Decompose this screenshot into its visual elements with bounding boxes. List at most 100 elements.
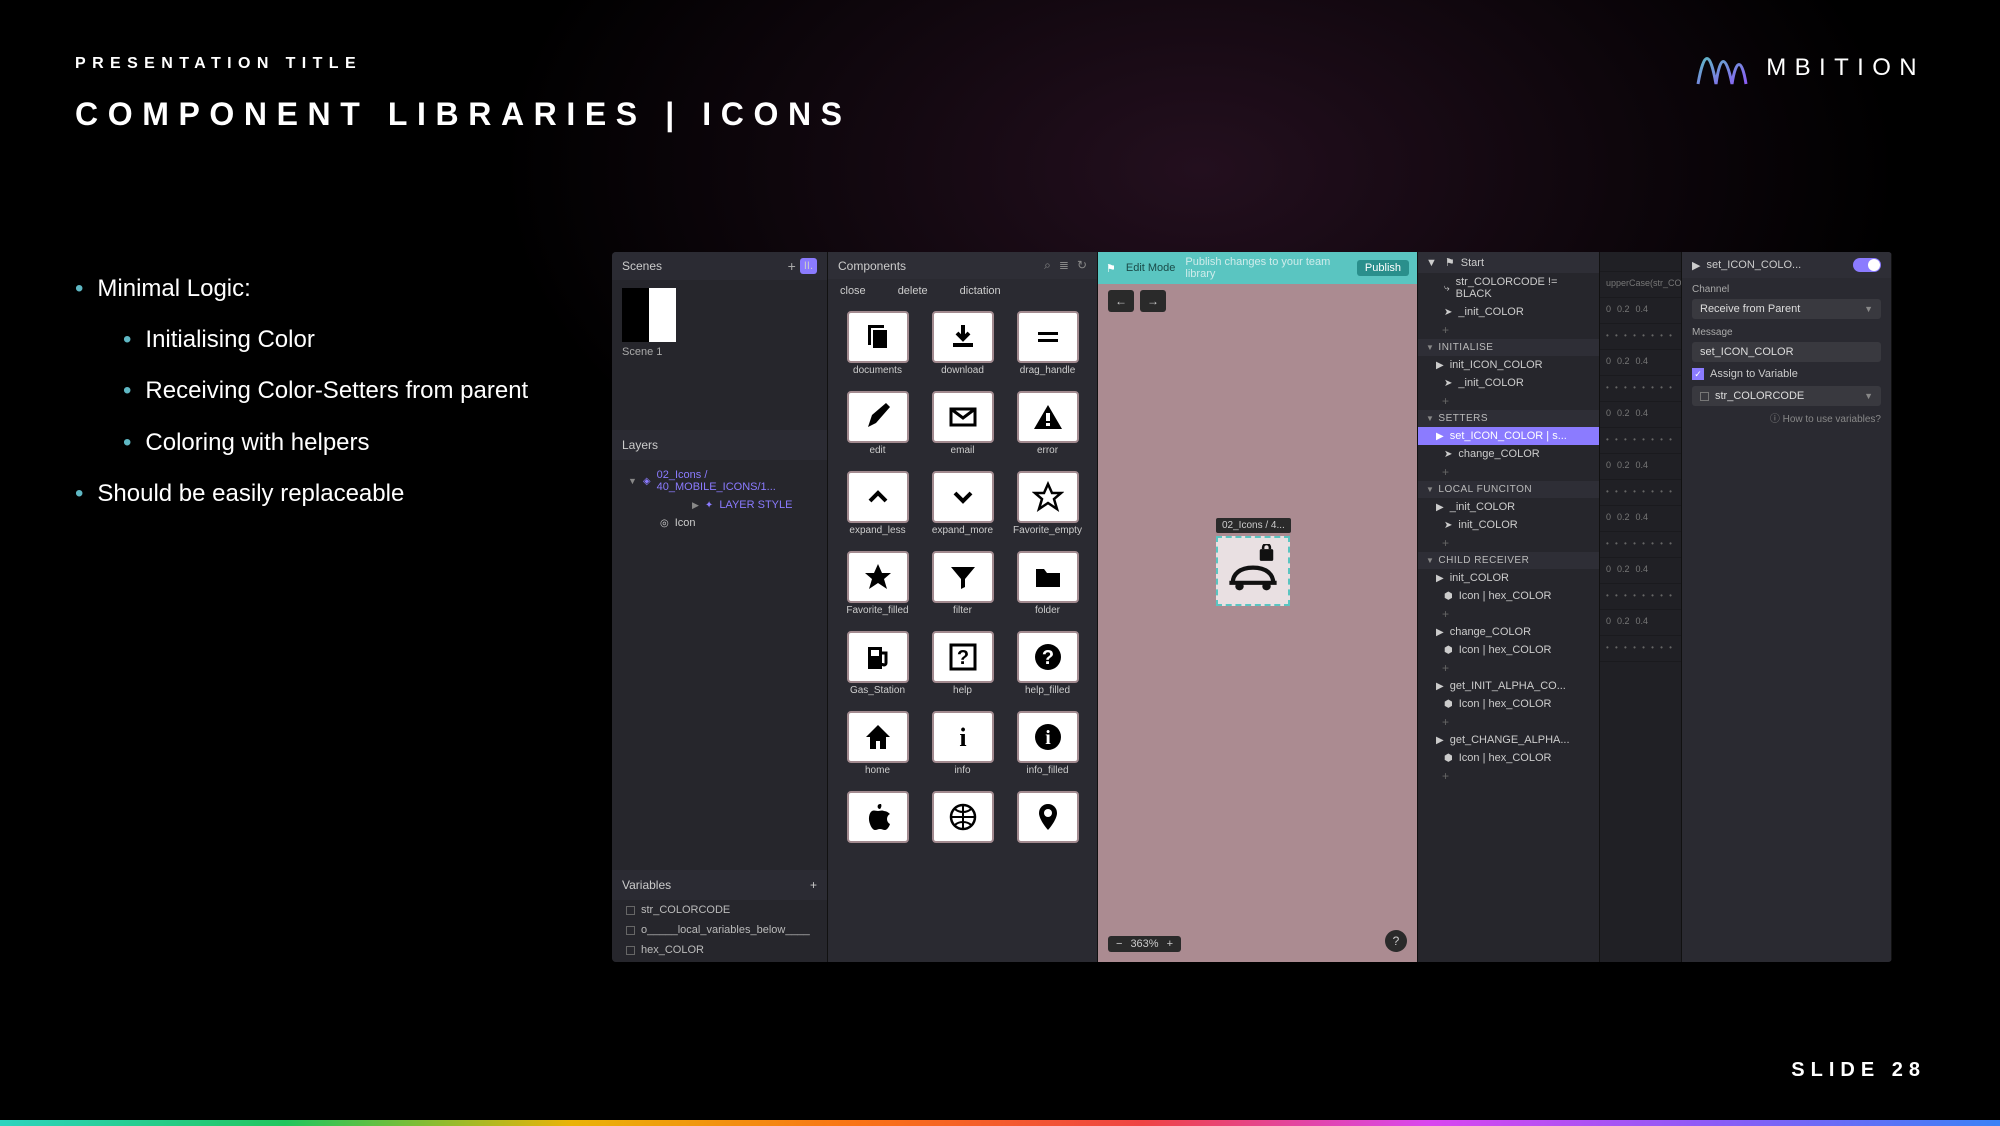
editor-screenshot: Scenes + II. Scene 1 Layers ▼◈02_Icons /… xyxy=(612,252,1892,962)
component-item[interactable]: drag_handle xyxy=(1010,311,1085,387)
component-item[interactable]: ?help xyxy=(925,631,1000,707)
component-item[interactable]: ?help_filled xyxy=(1010,631,1085,707)
action-row[interactable]: ▶change_COLOR xyxy=(1418,623,1599,641)
layer-layerstyle[interactable]: ▶✦LAYER STYLE xyxy=(670,496,817,514)
documents-icon xyxy=(847,311,909,363)
add-action-button[interactable]: + xyxy=(1418,659,1599,677)
message-field[interactable]: set_ICON_COLOR xyxy=(1692,342,1881,362)
zoom-control[interactable]: − 363% + xyxy=(1108,936,1181,952)
publish-button[interactable]: Publish xyxy=(1357,260,1409,276)
nav-forward-button[interactable]: → xyxy=(1140,290,1166,312)
help-button[interactable]: ? xyxy=(1385,930,1407,952)
inspector-toggle[interactable] xyxy=(1853,258,1881,272)
add-action-button[interactable]: + xyxy=(1418,463,1599,481)
timeline-mark-row: • • • • • • • • xyxy=(1600,376,1681,402)
add-action-button[interactable]: + xyxy=(1418,767,1599,785)
component-item[interactable]: email xyxy=(925,391,1000,467)
variable-row[interactable]: hex_COLOR xyxy=(612,940,827,960)
component-item[interactable] xyxy=(1010,791,1085,867)
actions-panel: ▼ ⚑ Start ⤷str_COLORCODE != BLACK ➤_init… xyxy=(1418,252,1600,962)
assign-checkbox[interactable]: ✓Assign to Variable xyxy=(1692,368,1881,380)
action-row[interactable]: ⤷str_COLORCODE != BLACK xyxy=(1418,273,1599,303)
component-item[interactable]: Favorite_filled xyxy=(840,551,915,627)
section-header[interactable]: ▼LOCAL FUNCITON xyxy=(1418,481,1599,498)
variables-section: Variables + str_COLORCODE o_____local_va… xyxy=(612,868,827,962)
info_f-icon: i xyxy=(1017,711,1079,763)
selected-icon[interactable] xyxy=(1216,536,1290,606)
list-view-icon[interactable]: ≣ xyxy=(1059,258,1069,273)
component-item[interactable]: iinfo_filled xyxy=(1010,711,1085,787)
refresh-icon[interactable]: ↻ xyxy=(1077,258,1087,273)
up-icon xyxy=(847,471,909,523)
component-item[interactable]: download xyxy=(925,311,1000,387)
search-icon[interactable]: ⌕ xyxy=(1044,258,1051,273)
action-row[interactable]: ▶_init_COLOR xyxy=(1418,498,1599,516)
layer-icon[interactable]: ◎Icon xyxy=(622,514,817,532)
canvas-stage[interactable]: 02_Icons / 4... − 363% + ? xyxy=(1098,318,1417,962)
component-item[interactable]: documents xyxy=(840,311,915,387)
action-row[interactable]: ▶init_ICON_COLOR xyxy=(1418,356,1599,374)
component-item[interactable]: filter xyxy=(925,551,1000,627)
action-type-icon: ▶ xyxy=(1692,259,1700,272)
mbition-wave-icon xyxy=(1694,40,1750,96)
layer-root[interactable]: ▼◈02_Icons / 40_MOBILE_ICONS/1... xyxy=(622,466,817,496)
action-sub-row[interactable]: ⬢Icon | hex_COLOR xyxy=(1418,587,1599,605)
add-scene-button[interactable]: + xyxy=(788,258,796,274)
bullet-list: Minimal Logic: Initialising Color Receiv… xyxy=(75,270,528,526)
publish-message: Publish changes to your team library xyxy=(1185,256,1347,280)
action-row[interactable]: ▶get_INIT_ALPHA_CO... xyxy=(1418,677,1599,695)
action-sub-row[interactable]: ⬢Icon | hex_COLOR xyxy=(1418,695,1599,713)
action-sub-row[interactable]: ➤_init_COLOR xyxy=(1418,374,1599,392)
component-item[interactable]: Favorite_empty xyxy=(1010,471,1085,547)
variables-hint[interactable]: How to use variables? xyxy=(1682,408,1891,427)
add-action-button[interactable]: + xyxy=(1418,534,1599,552)
component-label: edit xyxy=(869,445,885,467)
component-item[interactable]: Gas_Station xyxy=(840,631,915,707)
action-sub-row[interactable]: ➤init_COLOR xyxy=(1418,516,1599,534)
variable-row[interactable]: str_COLORCODE xyxy=(612,900,827,920)
section-header[interactable]: ▼INITIALISE xyxy=(1418,339,1599,356)
add-action-button[interactable]: + xyxy=(1418,713,1599,731)
section-header[interactable]: ▼CHILD RECEIVER xyxy=(1418,552,1599,569)
zoom-in-button[interactable]: + xyxy=(1167,938,1173,950)
channel-dropdown[interactable]: Receive from Parent▼ xyxy=(1692,299,1881,319)
action-row[interactable]: ▶get_CHANGE_ALPHA... xyxy=(1418,731,1599,749)
add-variable-button[interactable]: + xyxy=(810,878,817,892)
component-label: Gas_Station xyxy=(850,685,905,707)
component-item[interactable]: folder xyxy=(1010,551,1085,627)
component-item[interactable]: edit xyxy=(840,391,915,467)
zoom-out-button[interactable]: − xyxy=(1116,938,1122,950)
action-sub-row[interactable]: ⬢Icon | hex_COLOR xyxy=(1418,749,1599,767)
component-item[interactable]: expand_more xyxy=(925,471,1000,547)
components-header: Components xyxy=(838,259,906,273)
help_f-icon: ? xyxy=(1017,631,1079,683)
selection-chip: 02_Icons / 4... xyxy=(1216,518,1291,533)
timeline-mark-row: 00.20.4 xyxy=(1600,402,1681,428)
variable-dropdown[interactable]: str_COLORCODE▼ xyxy=(1692,386,1881,406)
timeline-mark-row: • • • • • • • • xyxy=(1600,324,1681,350)
slide-number: SLIDE 28 xyxy=(1791,1059,1926,1082)
start-row[interactable]: ▼ ⚑ Start xyxy=(1418,252,1599,273)
svg-text:?: ? xyxy=(956,647,968,669)
action-row[interactable]: ▶init_COLOR xyxy=(1418,569,1599,587)
component-item[interactable]: iinfo xyxy=(925,711,1000,787)
section-header[interactable]: ▼SETTERS xyxy=(1418,410,1599,427)
component-item[interactable]: error xyxy=(1010,391,1085,467)
action-row[interactable]: ➤_init_COLOR xyxy=(1418,303,1599,321)
flag-icon: ⚑ xyxy=(1106,262,1116,275)
component-item[interactable]: home xyxy=(840,711,915,787)
component-item[interactable] xyxy=(925,791,1000,867)
nav-back-button[interactable]: ← xyxy=(1108,290,1134,312)
variable-row[interactable]: o_____local_variables_below____ xyxy=(612,920,827,940)
scenes-badge[interactable]: II. xyxy=(800,258,817,274)
scene-thumbnail[interactable] xyxy=(622,288,676,342)
layers-tree: ▼◈02_Icons / 40_MOBILE_ICONS/1... ▶✦LAYE… xyxy=(612,460,827,538)
add-action-button[interactable]: + xyxy=(1418,392,1599,410)
action-sub-row[interactable]: ➤change_COLOR xyxy=(1418,445,1599,463)
add-action-button[interactable]: + xyxy=(1418,605,1599,623)
component-item[interactable] xyxy=(840,791,915,867)
action-row[interactable]: ▶set_ICON_COLOR | s... xyxy=(1418,427,1599,445)
add-action-button[interactable]: + xyxy=(1418,321,1599,339)
action-sub-row[interactable]: ⬢Icon | hex_COLOR xyxy=(1418,641,1599,659)
component-item[interactable]: expand_less xyxy=(840,471,915,547)
